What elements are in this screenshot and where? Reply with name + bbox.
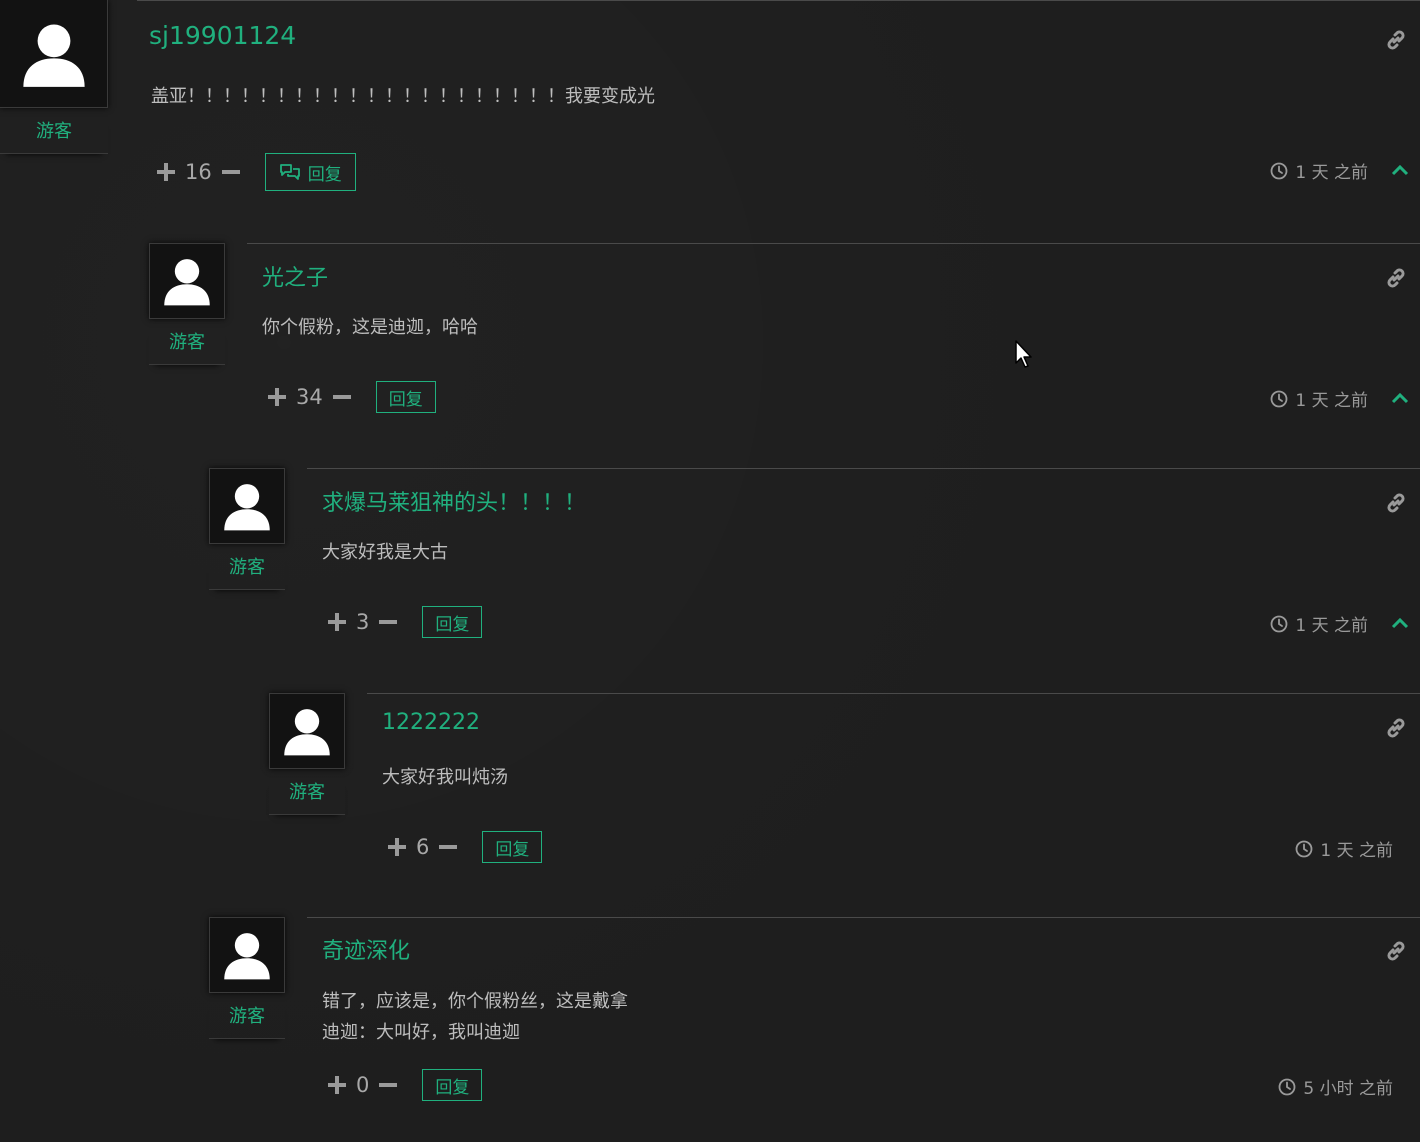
vote-score: 3 bbox=[356, 610, 370, 634]
time-text: 1 天 之前 bbox=[1295, 163, 1368, 183]
divider bbox=[307, 917, 1420, 918]
downvote-button[interactable] bbox=[332, 395, 351, 399]
comment-text: 你个假粉，这是迪迦，哈哈 bbox=[262, 317, 478, 338]
comment-item: 游客 光之子 你个假粉，这是迪迦，哈哈 34 回复 1 天 之前 bbox=[0, 243, 1420, 463]
link-icon[interactable] bbox=[1384, 716, 1408, 740]
reply-button[interactable]: 回复 bbox=[375, 381, 436, 413]
comment-actions: 3 回复 bbox=[328, 606, 483, 638]
comment-actions: 6 回复 bbox=[388, 831, 543, 863]
comments-page: 游客 sj19901124 盖亚！！！！！！！！！！！！！！！！！！！！！我要变… bbox=[0, 0, 1420, 1142]
comment-text: 大家好我是大古 bbox=[322, 542, 448, 563]
reply-button[interactable]: 回复 bbox=[422, 1069, 483, 1101]
divider bbox=[307, 468, 1420, 469]
avatar[interactable] bbox=[269, 693, 345, 769]
time-text: 5 小时 之前 bbox=[1303, 1079, 1393, 1099]
user-silhouette-icon bbox=[224, 933, 270, 980]
user-silhouette-icon bbox=[22, 23, 85, 87]
comment-actions: 0 回复 bbox=[328, 1069, 483, 1101]
link-icon[interactable] bbox=[1384, 266, 1408, 290]
comment-time: 5 小时 之前 bbox=[1278, 1074, 1393, 1099]
avatar-column: 游客 bbox=[269, 693, 345, 815]
avatar[interactable] bbox=[149, 243, 225, 319]
vote-score: 6 bbox=[416, 835, 430, 859]
clock-icon bbox=[1295, 840, 1313, 857]
vote-score: 0 bbox=[356, 1073, 370, 1097]
downvote-button[interactable] bbox=[379, 620, 398, 624]
role-label: 游客 bbox=[269, 778, 345, 815]
comment-time: 1 天 之前 bbox=[1270, 158, 1368, 183]
time-text: 1 天 之前 bbox=[1295, 391, 1368, 411]
author-name[interactable]: 求爆马莱狙神的头！！！！ bbox=[322, 485, 586, 517]
downvote-button[interactable] bbox=[221, 170, 240, 174]
avatar[interactable] bbox=[209, 917, 285, 993]
upvote-button[interactable] bbox=[328, 613, 346, 631]
link-icon[interactable] bbox=[1384, 28, 1408, 52]
divider bbox=[137, 0, 1420, 1]
chevron-up-icon[interactable] bbox=[1390, 163, 1410, 177]
clock-icon bbox=[1270, 615, 1288, 632]
user-silhouette-icon bbox=[224, 484, 270, 531]
clock-icon bbox=[1270, 390, 1288, 407]
link-icon[interactable] bbox=[1384, 939, 1408, 963]
reply-button[interactable]: 回复 bbox=[482, 831, 543, 863]
vote-score: 34 bbox=[296, 385, 323, 409]
time-text: 1 天 之前 bbox=[1295, 616, 1368, 636]
comment-text: 盖亚！！！！！！！！！！！！！！！！！！！！！我要变成光 bbox=[151, 86, 655, 107]
avatar[interactable] bbox=[0, 0, 108, 108]
avatar-column: 游客 bbox=[149, 243, 225, 365]
avatar-column: 游客 bbox=[209, 917, 285, 1039]
clock-icon bbox=[1270, 162, 1288, 179]
comment-text: 大家好我叫炖汤 bbox=[382, 767, 508, 788]
chevron-up-icon[interactable] bbox=[1390, 391, 1410, 405]
chat-bubbles-icon bbox=[279, 164, 300, 180]
user-silhouette-icon bbox=[164, 259, 210, 306]
downvote-button[interactable] bbox=[439, 845, 458, 849]
divider bbox=[247, 243, 1420, 244]
role-label: 游客 bbox=[149, 328, 225, 365]
author-name[interactable]: 奇迹深化 bbox=[322, 933, 410, 965]
avatar-column: 游客 bbox=[209, 468, 285, 590]
comment-actions: 34 回复 bbox=[268, 381, 436, 413]
reply-button[interactable]: 回复 bbox=[422, 606, 483, 638]
comment-item: 游客 1222222 大家好我叫炖汤 6 回复 1 天 之前 bbox=[0, 693, 1420, 913]
comment-actions: 16 回复 bbox=[157, 153, 356, 191]
upvote-button[interactable] bbox=[268, 388, 286, 406]
comment-time: 1 天 之前 bbox=[1270, 386, 1368, 411]
user-silhouette-icon bbox=[284, 709, 330, 756]
reply-label: 回复 bbox=[495, 839, 530, 860]
clock-icon bbox=[1278, 1078, 1296, 1095]
upvote-button[interactable] bbox=[388, 838, 406, 856]
comment-text: 错了，应该是，你个假粉丝，这是戴拿 迪迦：大叫好，我叫迪迦 bbox=[322, 991, 628, 1043]
reply-button[interactable]: 回复 bbox=[264, 153, 356, 191]
comment-item: 游客 奇迹深化 错了，应该是，你个假粉丝，这是戴拿 迪迦：大叫好，我叫迪迦 0 … bbox=[0, 917, 1420, 1142]
upvote-button[interactable] bbox=[157, 163, 175, 181]
author-name[interactable]: 光之子 bbox=[262, 260, 328, 292]
time-text: 1 天 之前 bbox=[1320, 841, 1393, 861]
comment-item: 游客 sj19901124 盖亚！！！！！！！！！！！！！！！！！！！！！我要变… bbox=[0, 0, 1420, 230]
vote-score: 16 bbox=[185, 160, 212, 184]
reply-label: 回复 bbox=[307, 164, 342, 185]
role-label: 游客 bbox=[0, 117, 108, 154]
role-label: 游客 bbox=[209, 553, 285, 590]
comment-item: 游客 求爆马莱狙神的头！！！！ 大家好我是大古 3 回复 1 天 之前 bbox=[0, 468, 1420, 688]
upvote-button[interactable] bbox=[328, 1076, 346, 1094]
reply-label: 回复 bbox=[435, 1077, 470, 1098]
avatar[interactable] bbox=[209, 468, 285, 544]
divider bbox=[367, 693, 1420, 694]
chevron-up-icon[interactable] bbox=[1390, 616, 1410, 630]
comment-time: 1 天 之前 bbox=[1270, 611, 1368, 636]
role-label: 游客 bbox=[209, 1002, 285, 1039]
author-name[interactable]: 1222222 bbox=[382, 710, 480, 735]
link-icon[interactable] bbox=[1384, 491, 1408, 515]
comment-time: 1 天 之前 bbox=[1295, 836, 1393, 861]
reply-label: 回复 bbox=[388, 389, 423, 410]
mouse-pointer-icon bbox=[1015, 340, 1032, 368]
avatar-column: 游客 bbox=[0, 0, 108, 154]
author-name[interactable]: sj19901124 bbox=[149, 21, 296, 50]
downvote-button[interactable] bbox=[379, 1083, 398, 1087]
reply-label: 回复 bbox=[435, 614, 470, 635]
